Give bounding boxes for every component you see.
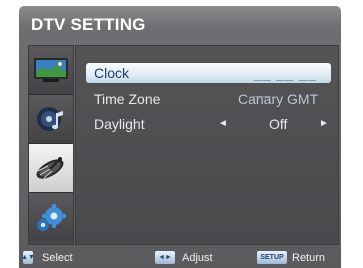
time-zone-label: Time Zone [94, 91, 161, 107]
page-title: DTV SETTING [31, 15, 146, 34]
left-right-key-icon: ◄► [155, 251, 175, 264]
daylight-row[interactable]: Daylight ◄ Off ► [86, 114, 331, 134]
up-down-key-icon: ▲▼ [21, 251, 35, 264]
settings-gears-icon [37, 203, 66, 231]
tv-screen-icon [34, 58, 68, 82]
audio-disc-icon [37, 107, 63, 131]
sidebar-item-channel[interactable] [29, 144, 73, 193]
footer-hints: ▲▼ Select ◄► Adjust SETUP Return [19, 249, 341, 268]
satellite-dish-icon [36, 157, 64, 179]
settings-content: Clock __ __ __ __ Time Zone Canary GMT D… [75, 45, 339, 245]
time-zone-row[interactable]: Time Zone Canary GMT [86, 89, 331, 109]
sidebar [28, 45, 74, 245]
time-zone-value: Canary GMT [238, 91, 319, 107]
select-hint: Select [42, 252, 73, 264]
clock-label: Clock [94, 65, 130, 81]
sidebar-item-setup[interactable] [29, 193, 73, 242]
setup-key-icon: SETUP [257, 251, 287, 264]
dtv-setting-panel: DTV SETTING Clock __ __ __ __ Time Zone … [19, 6, 341, 268]
sidebar-item-picture[interactable] [29, 46, 73, 95]
sidebar-item-sound[interactable] [29, 95, 73, 144]
clock-row[interactable]: Clock __ __ __ __ [86, 63, 331, 97]
adjust-hint: Adjust [182, 252, 213, 264]
left-arrow-icon[interactable]: ◄ [218, 118, 228, 129]
return-hint: Return [292, 252, 326, 264]
right-arrow-icon[interactable]: ► [319, 118, 329, 129]
daylight-value: Off [269, 116, 288, 132]
daylight-label: Daylight [94, 116, 145, 132]
